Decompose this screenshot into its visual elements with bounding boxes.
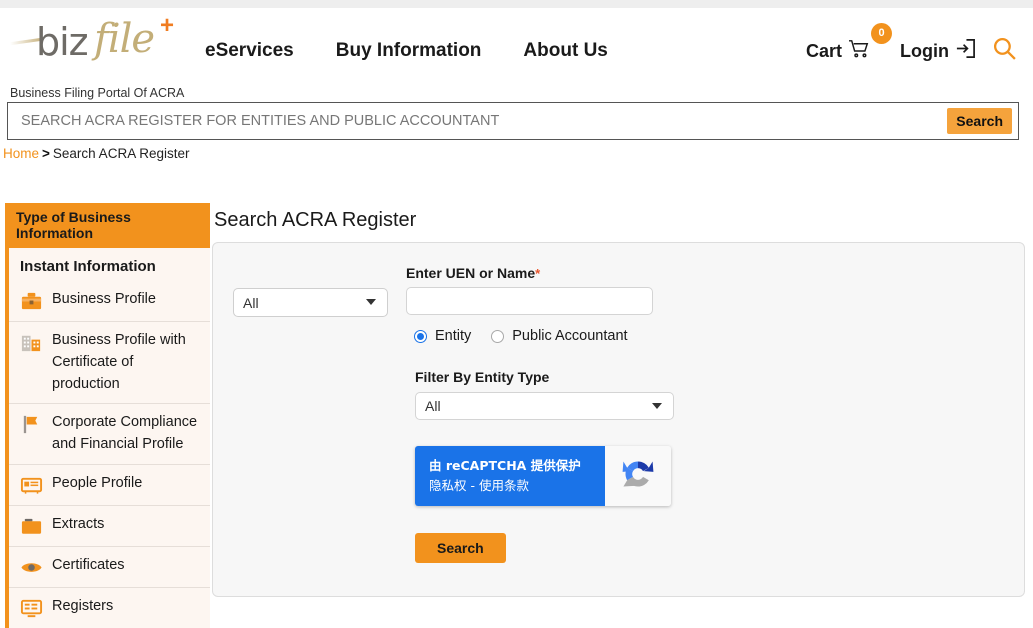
uen-or-name-input[interactable] — [406, 287, 653, 315]
cart-count-badge: 0 — [871, 23, 892, 44]
logo-mark: biz file + — [8, 14, 198, 62]
cart-label: Cart — [806, 41, 842, 62]
filter-entity-type-label: Filter By Entity Type — [415, 369, 1004, 385]
logo-text-file: file — [94, 16, 154, 62]
entity-select-wrapper: All — [233, 265, 388, 317]
breadcrumb: Home>Search ACRA Register — [3, 146, 189, 161]
radio-entity-label: Entity — [435, 328, 471, 344]
entity-type-select[interactable]: All — [233, 288, 388, 317]
sidebar-item-business-profile-certificate[interactable]: Business Profile with Certificate of pro… — [9, 321, 210, 403]
logo-plus-icon: + — [160, 14, 174, 38]
uen-field-label: Enter UEN or Name* — [406, 265, 653, 281]
sidebar-item-label: Registers — [52, 596, 113, 618]
radio-entity-indicator[interactable] — [414, 330, 427, 343]
folder-icon — [20, 515, 43, 538]
search-input[interactable] — [8, 103, 947, 139]
recaptcha-privacy-terms-text[interactable]: 隐私权 - 使用条款 — [429, 476, 605, 496]
login-button[interactable]: Login — [900, 38, 976, 64]
logo-tagline: Business Filing Portal Of ACRA — [10, 86, 184, 100]
search-submit-button[interactable]: Search — [947, 108, 1012, 134]
sidebar-item-label: Extracts — [52, 514, 104, 536]
sidebar-item-business-profile[interactable]: Business Profile — [9, 281, 210, 321]
recaptcha-logo-icon — [618, 454, 658, 499]
monitor-icon — [20, 597, 43, 620]
sidebar-item-registers[interactable]: Registers — [9, 587, 210, 628]
required-asterisk: * — [535, 266, 540, 281]
recaptcha-protected-text: 由 reCAPTCHA 提供保护 — [429, 456, 605, 476]
radio-public-accountant-label: Public Accountant — [512, 328, 627, 344]
breadcrumb-current: Search ACRA Register — [53, 146, 190, 161]
sidebar-item-label: Corporate Compliance and Financial Profi… — [52, 412, 202, 456]
buildings-icon — [20, 331, 43, 354]
recaptcha-logo-container — [605, 446, 671, 506]
filter-entity-type-select[interactable]: All — [415, 392, 674, 420]
site-logo[interactable]: biz file + Business Filing Portal Of ACR… — [8, 14, 198, 62]
breadcrumb-home-link[interactable]: Home — [3, 146, 39, 161]
sidebar-item-certificates[interactable]: Certificates — [9, 546, 210, 587]
sidebar-item-extracts[interactable]: Extracts — [9, 505, 210, 546]
main-content: Search ACRA Register All Enter UEN or Na… — [212, 203, 1025, 597]
logo-text-biz: biz — [36, 20, 88, 64]
breadcrumb-separator: > — [42, 146, 50, 161]
sidebar-item-people-profile[interactable]: People Profile — [9, 464, 210, 505]
nav-item-about-us[interactable]: About Us — [523, 40, 607, 62]
sidebar-section-instant-information: Instant Information — [9, 248, 210, 281]
sidebar-item-label: Certificates — [52, 555, 125, 577]
recaptcha-text-block: 由 reCAPTCHA 提供保护 隐私权 - 使用条款 — [415, 446, 605, 506]
sidebar: Type of Business Information Instant Inf… — [5, 203, 210, 628]
search-form-card: All Enter UEN or Name* Entity Public Acc… — [212, 242, 1025, 597]
cart-button[interactable]: Cart 0 — [806, 39, 870, 64]
global-search-bar: Search — [7, 102, 1019, 140]
radio-option-entity[interactable]: Entity — [414, 328, 471, 344]
sidebar-header: Type of Business Information — [9, 203, 210, 248]
briefcase-icon — [20, 290, 43, 313]
login-label: Login — [900, 41, 949, 62]
sidebar-body: Instant Information Business Profile — [9, 248, 210, 628]
page-title: Search ACRA Register — [214, 209, 1025, 232]
flag-icon — [20, 413, 43, 436]
main-nav: eServices Buy Information About Us — [205, 40, 608, 62]
header-search-icon-button[interactable] — [992, 36, 1017, 66]
search-icon — [992, 36, 1017, 66]
sidebar-item-corporate-compliance[interactable]: Corporate Compliance and Financial Profi… — [9, 403, 210, 464]
id-card-icon — [20, 474, 43, 497]
sidebar-item-label: Business Profile with Certificate of pro… — [52, 330, 202, 395]
uen-label-text: Enter UEN or Name — [406, 265, 535, 281]
radio-option-public-accountant[interactable]: Public Accountant — [491, 328, 627, 344]
shopping-cart-icon — [848, 39, 870, 64]
search-subject-radio-group: Entity Public Accountant — [414, 328, 653, 344]
recaptcha-badge[interactable]: 由 reCAPTCHA 提供保护 隐私权 - 使用条款 — [415, 446, 671, 506]
uen-field-group: Enter UEN or Name* Entity Public Account… — [406, 265, 653, 344]
filter-select-wrapper: All — [415, 392, 674, 420]
radio-public-accountant-indicator[interactable] — [491, 330, 504, 343]
sidebar-item-label: People Profile — [52, 473, 142, 495]
browser-top-strip — [0, 0, 1033, 8]
form-row-primary: All Enter UEN or Name* Entity Public Acc… — [233, 265, 1004, 344]
header-actions: Cart 0 Login — [806, 36, 1017, 66]
eye-icon — [20, 556, 43, 579]
nav-item-buy-information[interactable]: Buy Information — [336, 40, 482, 62]
login-arrow-icon — [955, 38, 976, 64]
sidebar-item-label: Business Profile — [52, 289, 156, 311]
form-search-button[interactable]: Search — [415, 533, 506, 563]
filter-entity-type-group: Filter By Entity Type All — [415, 369, 1004, 420]
site-header: biz file + Business Filing Portal Of ACR… — [0, 8, 1033, 98]
nav-item-eservices[interactable]: eServices — [205, 40, 294, 62]
